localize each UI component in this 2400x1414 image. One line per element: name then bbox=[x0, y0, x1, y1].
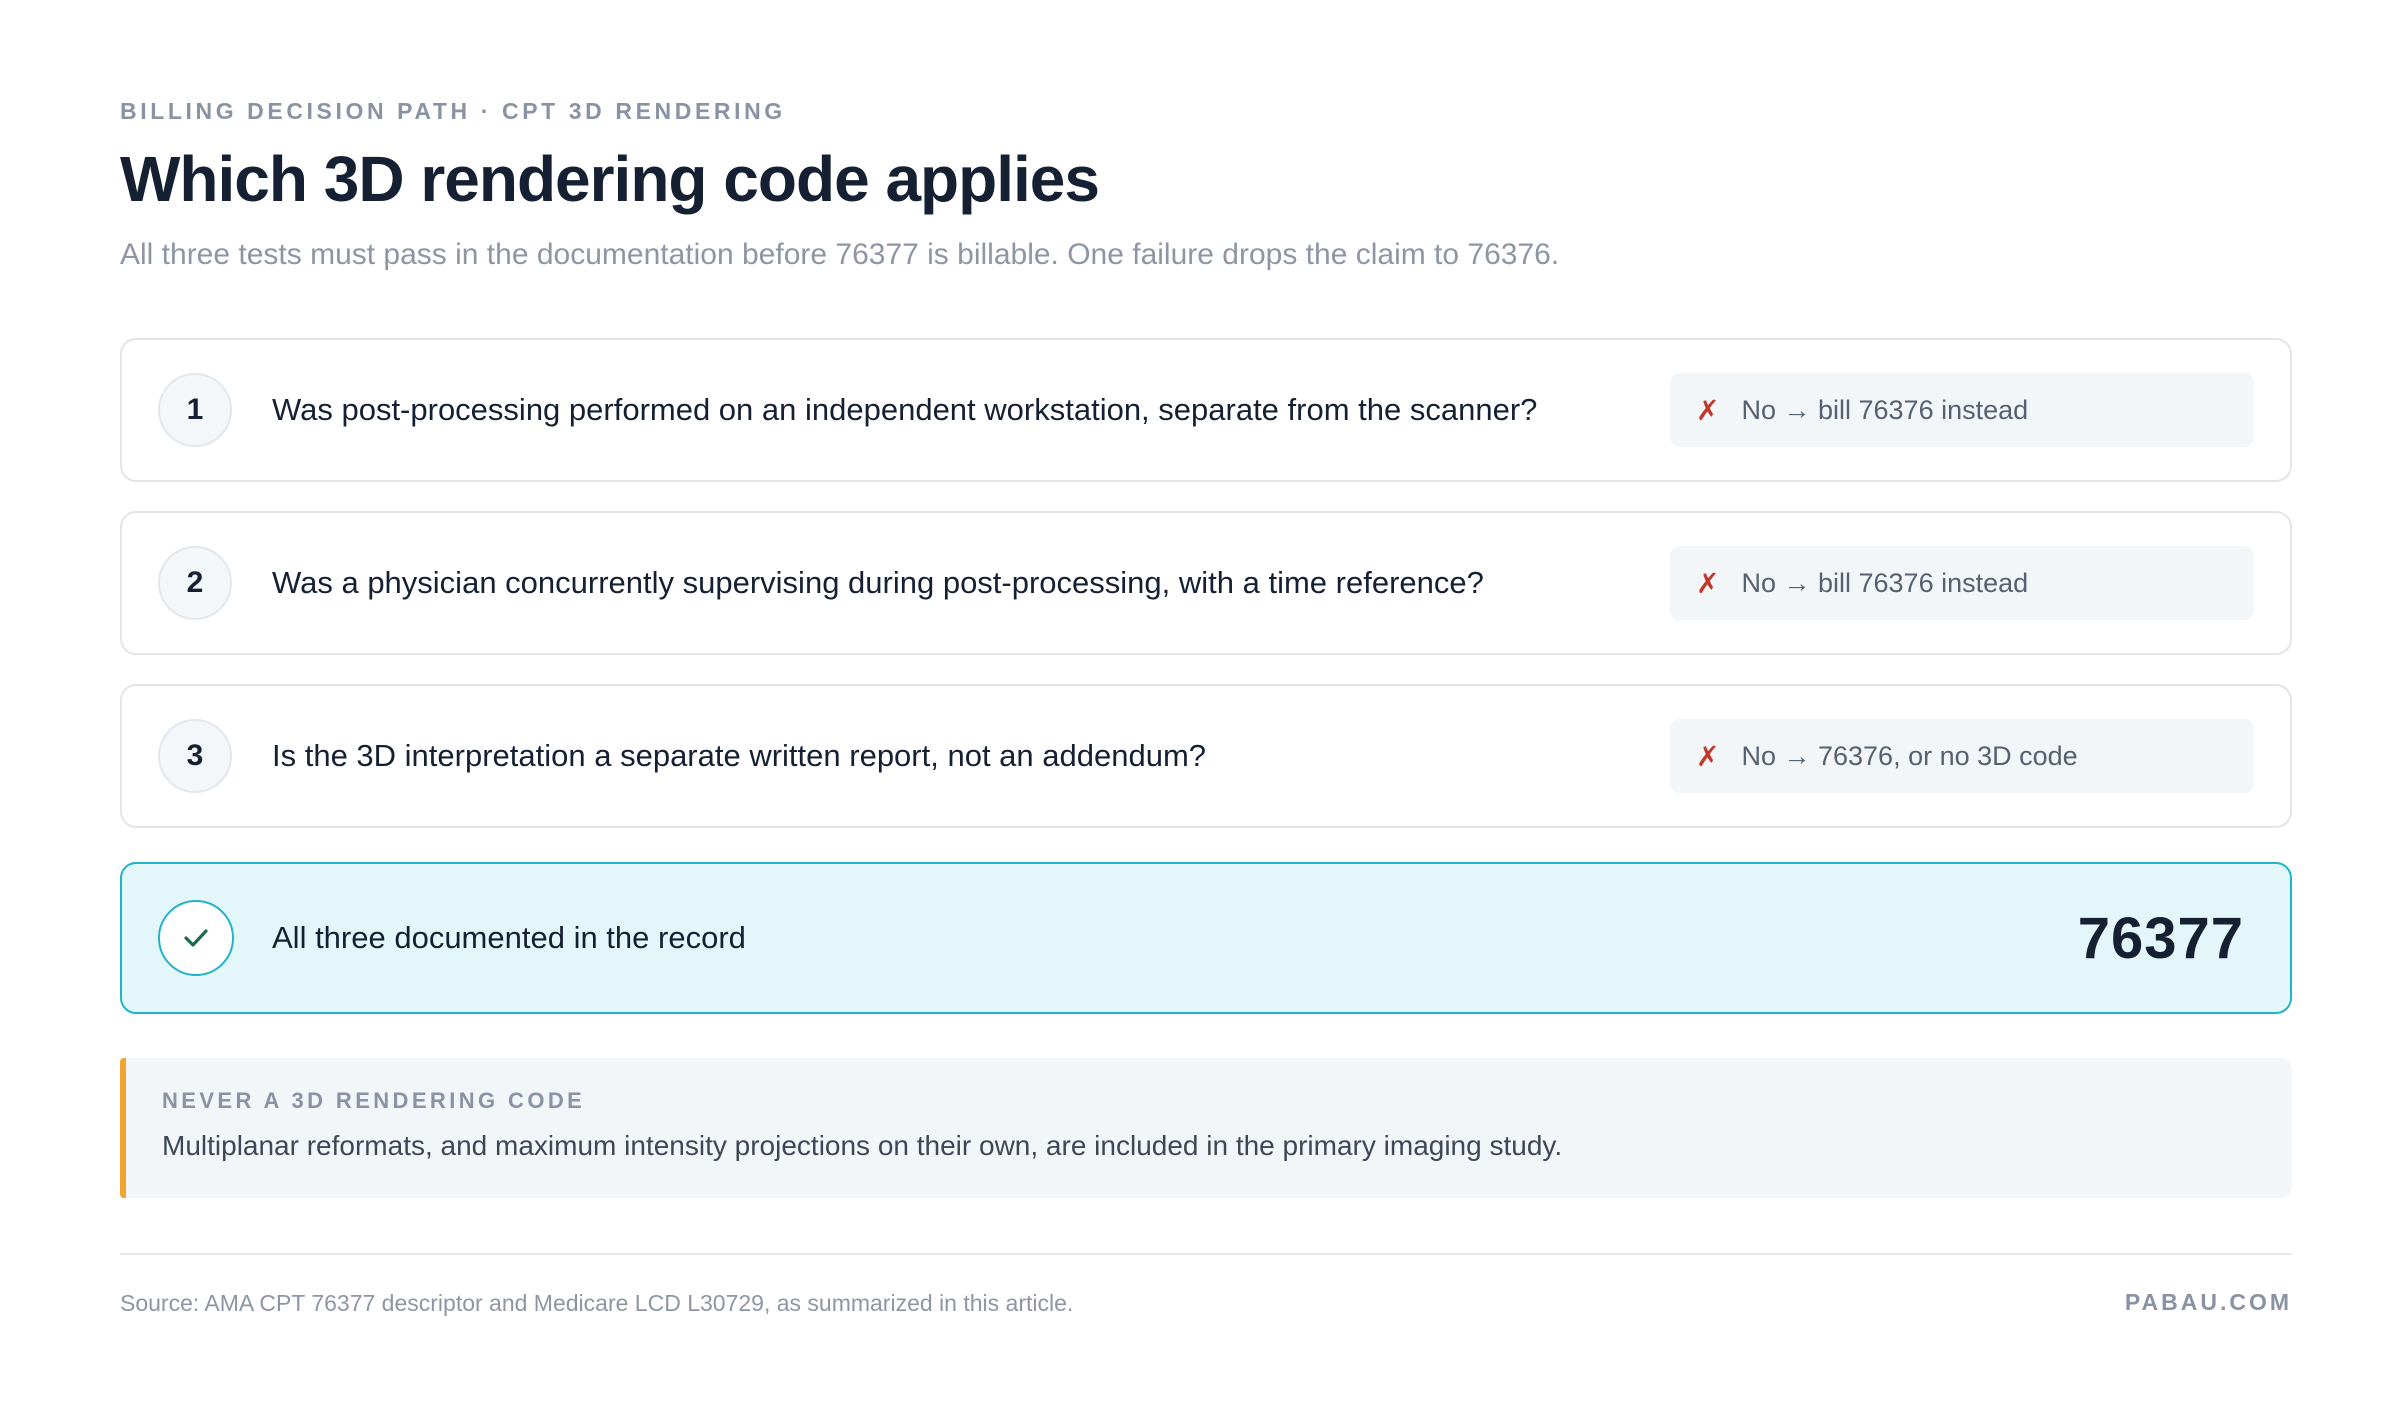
step-number-badge: 2 bbox=[158, 546, 232, 620]
step-number-badge: 1 bbox=[158, 373, 232, 447]
fail-outcome-box: ✗ No → bill 76376 instead bbox=[1670, 373, 2254, 447]
fail-outcome-text: No → bill 76376 instead bbox=[1741, 394, 2029, 425]
cross-icon: ✗ bbox=[1696, 740, 1720, 772]
brand-logo-text: PABAU.COM bbox=[2124, 1289, 2292, 1315]
page-subtitle: All three tests must pass in the documen… bbox=[120, 238, 1560, 271]
decision-path-page: BILLING DECISION PATH · CPT 3D RENDERING… bbox=[0, 0, 2400, 1414]
exclusion-note: NEVER A 3D RENDERING CODE Multiplanar re… bbox=[120, 1058, 2292, 1198]
check-icon bbox=[158, 900, 234, 976]
fail-outcome-box: ✗ No → 76376, or no 3D code bbox=[1670, 719, 2254, 793]
fail-outcome-box: ✗ No → bill 76376 instead bbox=[1670, 546, 2254, 620]
page-title: Which 3D rendering code applies bbox=[120, 143, 1100, 215]
fail-outcome-text: No → 76376, or no 3D code bbox=[1741, 740, 2078, 771]
fail-outcome-text: No → bill 76376 instead bbox=[1741, 567, 2029, 598]
test-row-2: 2 Was a physician concurrently supervisi… bbox=[120, 511, 2292, 655]
step-number-badge: 3 bbox=[158, 719, 232, 793]
cross-icon: ✗ bbox=[1696, 567, 1720, 599]
note-heading: NEVER A 3D RENDERING CODE bbox=[162, 1088, 586, 1113]
cross-icon: ✗ bbox=[1696, 394, 1720, 426]
pass-result-row: All three documented in the record 76377 bbox=[120, 862, 2292, 1014]
test-question: Is the 3D interpretation a separate writ… bbox=[272, 738, 1207, 773]
note-body: Multiplanar reformats, and maximum inten… bbox=[162, 1130, 1563, 1161]
test-question: Was post-processing performed on an inde… bbox=[272, 392, 1538, 427]
pass-result-label: All three documented in the record bbox=[272, 920, 746, 955]
pass-result-code: 76377 bbox=[2077, 905, 2244, 971]
test-row-3: 3 Is the 3D interpretation a separate wr… bbox=[120, 684, 2292, 828]
footer-divider bbox=[120, 1253, 2292, 1255]
source-citation: Source: AMA CPT 76377 descriptor and Med… bbox=[120, 1290, 1074, 1316]
test-question: Was a physician concurrently supervising… bbox=[272, 565, 1484, 600]
test-row-1: 1 Was post-processing performed on an in… bbox=[120, 338, 2292, 482]
eyebrow-label: BILLING DECISION PATH · CPT 3D RENDERING bbox=[120, 98, 786, 124]
